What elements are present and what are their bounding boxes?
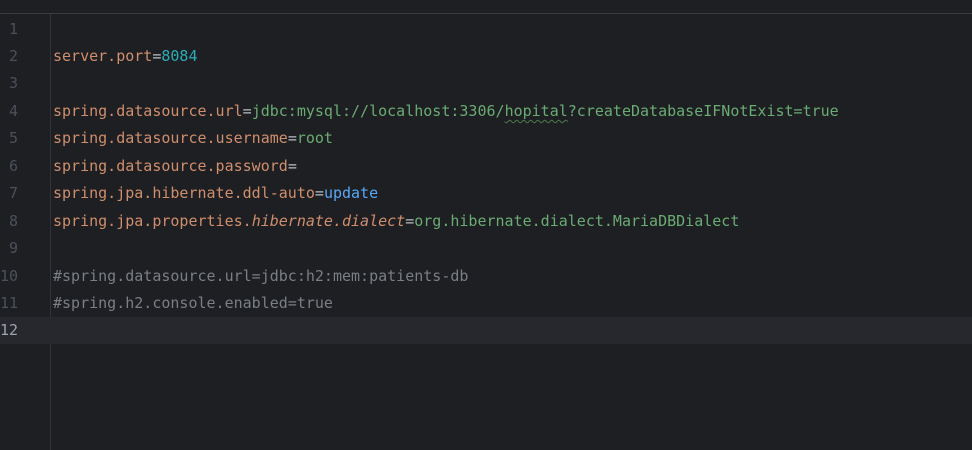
code-editor[interactable]: 1 2 server.port=8084 3 4 spring.datasour…	[0, 0, 972, 450]
line-number: 9	[8, 239, 18, 257]
line-content: spring.datasource.username=root	[53, 125, 333, 152]
property-value-part: ?createDatabaseIFNotExist=true	[567, 102, 839, 120]
property-key: spring.datasource.username	[53, 129, 288, 147]
line-number: 8	[8, 212, 18, 230]
code-line-5[interactable]: 5 spring.datasource.username=root	[0, 125, 972, 152]
property-value: 8084	[161, 47, 198, 65]
property-value: root	[296, 129, 333, 147]
code-line-9[interactable]: 9	[0, 235, 972, 262]
line-number: 10	[0, 267, 19, 285]
code-line-7[interactable]: 7 spring.jpa.hibernate.ddl-auto=update	[0, 180, 972, 207]
code-line-12-current[interactable]: 12	[0, 317, 972, 344]
editor-top-border	[0, 13, 972, 14]
spellcheck-typo-word[interactable]: hopital	[505, 102, 568, 120]
line-number: 3	[8, 74, 18, 92]
equals-sign: =	[314, 184, 324, 202]
line-content: spring.datasource.password=	[53, 153, 297, 180]
code-line-2[interactable]: 2 server.port=8084	[0, 43, 972, 70]
code-line-10[interactable]: 10 #spring.datasource.url=jdbc:h2:mem:pa…	[0, 263, 972, 290]
line-content: spring.jpa.properties.hibernate.dialect=…	[53, 208, 739, 235]
line-number: 7	[8, 184, 18, 202]
line-number: 11	[0, 294, 19, 312]
code-line-8[interactable]: 8 spring.jpa.properties.hibernate.dialec…	[0, 208, 972, 235]
code-line-1[interactable]: 1	[0, 16, 972, 43]
line-content: server.port=8084	[53, 43, 198, 70]
code-line-4[interactable]: 4 spring.datasource.url=jdbc:mysql://loc…	[0, 98, 972, 125]
comment-text: #spring.h2.console.enabled=true	[53, 294, 333, 312]
line-content: spring.jpa.hibernate.ddl-auto=update	[53, 180, 378, 207]
line-number: 1	[8, 20, 18, 38]
code-line-6[interactable]: 6 spring.datasource.password=	[0, 153, 972, 180]
line-number: 5	[8, 129, 18, 147]
line-number: 2	[8, 47, 18, 65]
property-key: spring.datasource.password	[53, 157, 288, 175]
property-value: org.hibernate.dialect.MariaDBDialect	[414, 212, 740, 230]
property-value-part: jdbc:mysql://localhost:3306/	[251, 102, 505, 120]
comment-text: #spring.datasource.url=jdbc:h2:mem:patie…	[53, 267, 469, 285]
equals-sign: =	[287, 129, 297, 147]
property-key: server.port	[53, 47, 153, 65]
equals-sign: =	[405, 212, 415, 230]
property-key-italic-part: hibernate.dialect	[251, 212, 406, 230]
line-content: spring.datasource.url=jdbc:mysql://local…	[53, 98, 839, 125]
property-value: update	[323, 184, 379, 202]
equals-sign: =	[242, 102, 252, 120]
line-number: 12	[0, 321, 19, 339]
line-number: 4	[8, 102, 18, 120]
property-key: spring.jpa.hibernate.ddl-auto	[53, 184, 315, 202]
line-number: 6	[8, 157, 18, 175]
code-line-3[interactable]: 3	[0, 70, 972, 97]
equals-sign: =	[287, 157, 297, 175]
property-key: spring.datasource.url	[53, 102, 243, 120]
property-key-part: spring.jpa.properties.	[53, 212, 252, 230]
code-line-11[interactable]: 11 #spring.h2.console.enabled=true	[0, 290, 972, 317]
